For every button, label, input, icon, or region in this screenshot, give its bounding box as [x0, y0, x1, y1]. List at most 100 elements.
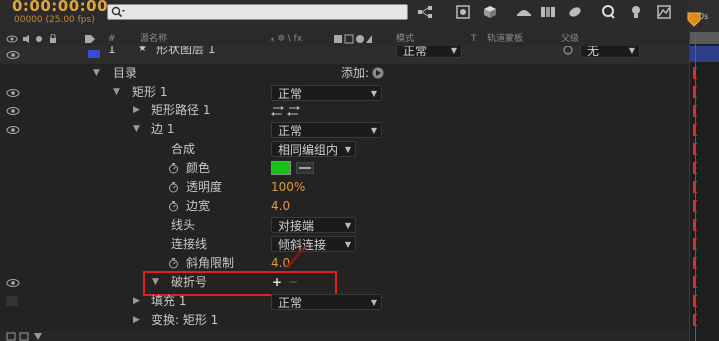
- stroke-width-label: 边宽: [186, 199, 211, 213]
- motion-blur-icon[interactable]: [566, 4, 582, 20]
- opacity-label: 透明度: [186, 180, 223, 194]
- chevron-down-icon: ▼: [370, 89, 377, 98]
- path-direction-icon[interactable]: [271, 105, 301, 117]
- color-swatch[interactable]: [271, 161, 291, 175]
- toggle-switches-icon[interactable]: [6, 332, 56, 341]
- stopwatch-icon[interactable]: [168, 200, 179, 212]
- stroke-mode-value: 正常: [278, 124, 303, 138]
- stopwatch-icon[interactable]: [168, 257, 179, 269]
- pickwhip-icon[interactable]: [562, 46, 574, 56]
- eye-icon[interactable]: [6, 50, 20, 60]
- keyframe-marker: [693, 238, 697, 250]
- miter-limit-label: 斜角限制: [186, 256, 235, 270]
- stroke-width-value[interactable]: 4.0: [271, 197, 290, 215]
- chevron-down-icon: ▼: [344, 240, 351, 249]
- transform-label[interactable]: 变换: 矩形 1: [151, 311, 218, 329]
- rect-mode-value: 正常: [278, 87, 303, 101]
- timecode[interactable]: 0:00:00:00: [12, 0, 108, 15]
- expand-triangle-icon[interactable]: ▼: [93, 64, 100, 82]
- keyframe-marker: [693, 276, 697, 288]
- draft-3d-icon[interactable]: [482, 4, 498, 20]
- layer-star-icon: ★: [138, 46, 147, 54]
- add-label[interactable]: 添加:: [341, 64, 369, 82]
- fill-mode-dropdown[interactable]: 正常 ▼: [271, 294, 382, 310]
- frame-blending-icon[interactable]: [540, 4, 556, 20]
- keyframe-marker: [693, 181, 697, 193]
- expand-triangle-icon[interactable]: ▼: [133, 120, 140, 138]
- frame-info: 00000 (25.00 fps): [14, 15, 95, 25]
- column-parent[interactable]: 父级: [561, 33, 579, 45]
- layer-name[interactable]: 形状图层 1: [156, 46, 215, 58]
- keyframe-marker: [693, 124, 697, 136]
- keyframe-marker: [693, 200, 697, 212]
- chevron-down-icon: ▼: [370, 298, 377, 307]
- current-time-indicator-icon[interactable]: [687, 12, 701, 32]
- parent-dropdown[interactable]: 无 ▼: [580, 46, 640, 58]
- fill-label[interactable]: 填充 1: [151, 292, 186, 310]
- search-icon: [111, 6, 125, 18]
- live-update-icon[interactable]: [455, 4, 471, 20]
- time-ruler[interactable]: 0s: [687, 0, 719, 32]
- opacity-value[interactable]: 100%: [271, 178, 305, 196]
- keyframe-marker: [693, 257, 697, 269]
- column-switches: ⁎ ✲ \ fx: [270, 34, 303, 44]
- search-input[interactable]: [107, 4, 408, 20]
- stroke-mode-dropdown[interactable]: 正常 ▼: [271, 122, 382, 138]
- rect-mode-dropdown[interactable]: 正常 ▼: [271, 85, 382, 101]
- column-t: T: [471, 34, 477, 44]
- chevron-down-icon: ▼: [450, 46, 457, 55]
- brainstorm-icon[interactable]: [628, 4, 644, 20]
- stopwatch-icon[interactable]: [168, 162, 179, 174]
- parent-value: 无: [587, 46, 600, 58]
- composite-dropdown[interactable]: 相同编组内 ▼: [271, 141, 356, 157]
- column-source-name[interactable]: 源名称: [140, 33, 167, 45]
- eye-placeholder[interactable]: [6, 296, 18, 306]
- keyframe-marker: [693, 143, 697, 155]
- add-menu-icon[interactable]: [372, 67, 384, 79]
- column-mode[interactable]: 模式: [396, 33, 414, 45]
- composite-label: 合成: [171, 142, 196, 156]
- keyframe-marker: [693, 105, 697, 117]
- expand-triangle-icon[interactable]: ▼: [113, 83, 120, 101]
- shy-layers-icon[interactable]: [516, 4, 532, 20]
- contents-label[interactable]: 目录: [113, 64, 137, 82]
- bottom-bar: [0, 331, 689, 341]
- keyframe-marker: [693, 314, 697, 326]
- column-trkmat[interactable]: 轨道蒙板: [487, 33, 523, 45]
- switch-icons: [334, 34, 372, 44]
- collapse-triangle-icon[interactable]: ▶: [133, 292, 140, 310]
- line-join-label: 连接线: [171, 237, 208, 251]
- av-switches-icon: [6, 34, 56, 43]
- eye-icon[interactable]: [6, 278, 20, 288]
- stopwatch-icon[interactable]: [168, 181, 179, 193]
- eye-icon[interactable]: [6, 88, 20, 98]
- stroke-label[interactable]: 边 1: [151, 120, 174, 138]
- line-cap-value: 对接端: [278, 219, 315, 233]
- rect-group-label[interactable]: 矩形 1: [132, 83, 167, 101]
- line-cap-label: 线头: [171, 218, 196, 232]
- chevron-down-icon: ▼: [344, 145, 351, 154]
- keyframe-marker: [693, 86, 697, 98]
- composition-flowchart-icon[interactable]: [417, 4, 433, 20]
- chevron-down-icon: ▼: [344, 221, 351, 230]
- line-cap-dropdown[interactable]: 对接端 ▼: [271, 217, 356, 233]
- column-header: # 源名称 ⁎ ✲ \ fx 模式 T 轨道蒙板 父级: [0, 32, 689, 47]
- eyedropper-icon[interactable]: [296, 162, 314, 174]
- graph-editor-icon[interactable]: [600, 4, 616, 20]
- top-header: 0:00:00:00 00000 (25.00 fps) 0s: [0, 0, 719, 32]
- rect-path-label[interactable]: 矩形路径 1: [151, 101, 210, 119]
- collapse-triangle-icon[interactable]: ▶: [133, 311, 140, 329]
- column-hash: #: [108, 34, 116, 44]
- collapse-triangle-icon[interactable]: ▶: [133, 101, 140, 119]
- label-tag-icon: [85, 35, 95, 43]
- eye-icon[interactable]: [6, 125, 20, 135]
- layer-label-color[interactable]: [88, 50, 100, 58]
- layer-mode-dropdown[interactable]: 正常 ▼: [396, 46, 462, 58]
- graph-toggle-icon[interactable]: [656, 4, 672, 20]
- chevron-down-icon: ▼: [370, 126, 377, 135]
- layer-row[interactable]: 1 ★ 形状图层 1 正常 ▼ 无 ▼: [0, 46, 689, 64]
- layer-mode-value: 正常: [403, 46, 428, 58]
- layer-index: 1: [108, 46, 116, 56]
- fill-mode-value: 正常: [278, 296, 303, 310]
- eye-icon[interactable]: [6, 106, 20, 116]
